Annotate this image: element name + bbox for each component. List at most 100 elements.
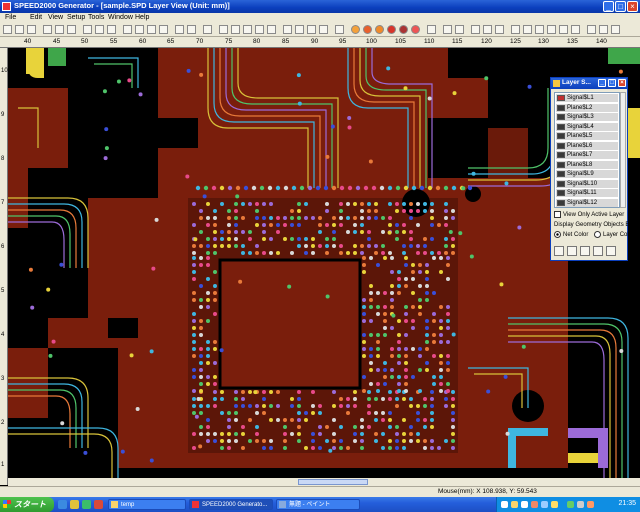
maximize-button[interactable]: □ [615,1,626,12]
layer-color-radio[interactable] [594,231,602,238]
select-icon[interactable] [135,25,144,34]
layer-color-swatch[interactable] [557,161,565,168]
layer-row[interactable]: Plane$L5 [556,132,618,141]
layer-refresh-icon[interactable] [606,246,616,256]
tray-network-icon[interactable] [567,501,574,508]
plot-icon[interactable] [455,25,464,34]
layer-edit-icon[interactable] [567,246,577,256]
layer-row[interactable]: Signal$L11 [556,189,618,198]
ime-kana-icon[interactable] [521,501,528,508]
quicklaunch-app-icon[interactable] [94,500,103,509]
layer-color-swatch[interactable] [557,180,565,187]
quicklaunch-ie-icon[interactable] [58,500,67,509]
layer-add-icon[interactable] [554,246,564,256]
tool-a-icon[interactable] [471,25,480,34]
tool-d-icon[interactable] [511,25,520,34]
minimize-button[interactable]: _ [603,1,614,12]
pan-icon[interactable] [123,25,132,34]
layer-row[interactable]: Plane$L2 [556,103,618,113]
resistor-icon[interactable] [307,25,316,34]
layer-row[interactable]: Plane$L6 [556,141,618,151]
shape-filter-icon[interactable] [363,25,372,34]
layer-color-swatch[interactable] [557,199,565,206]
help-icon[interactable] [551,501,558,508]
menu-help[interactable]: Help [135,14,149,21]
ground-icon[interactable] [255,25,264,34]
tray-app-icon[interactable] [587,501,594,508]
menu-view[interactable]: View [48,14,63,21]
layer-color-swatch[interactable] [557,95,565,101]
menu-window[interactable]: Window [108,14,133,21]
check-icon[interactable] [427,25,436,34]
stop-icon[interactable] [335,25,344,34]
layer-row[interactable]: Signal$L10 [556,179,618,189]
layer-color-swatch[interactable] [557,190,565,196]
layer-color-swatch[interactable] [557,114,565,120]
ime-tool-icon[interactable] [531,501,538,508]
layer-icon[interactable] [187,25,196,34]
horizontal-scrollbar[interactable] [8,478,640,486]
line-icon[interactable] [219,25,228,34]
layer-color-swatch[interactable] [557,142,565,149]
zoom-fit-icon[interactable] [107,25,116,34]
scroll-thumb[interactable] [298,479,368,485]
menu-edit[interactable]: Edit [30,14,42,21]
tool-c-icon[interactable] [495,25,504,34]
layer-row[interactable]: Plane$L8 [556,160,618,170]
grid-icon[interactable] [159,25,168,34]
ime-mode-icon[interactable] [511,501,518,508]
port-icon[interactable] [267,25,276,34]
via-highlight-icon[interactable] [387,25,396,34]
pointer-icon[interactable] [203,25,212,34]
layer-list[interactable]: Signal$L1 Plane$L2 Signal$L3 Signal$L4 Plane… [554,92,620,208]
pad-highlight-icon[interactable] [399,25,408,34]
layer-color-swatch[interactable] [557,104,565,111]
view-only-active-checkbox[interactable]: View Only Active Layer [554,211,624,218]
layer-color-swatch[interactable] [557,123,565,130]
panel-minimize-button[interactable]: _ [598,79,606,87]
panel-restore-button[interactable]: □ [608,79,616,87]
zoom-out-icon[interactable] [95,25,104,34]
tray-volume-icon[interactable] [577,501,584,508]
layer-color-swatch[interactable] [557,171,565,177]
quicklaunch-media-icon[interactable] [82,500,91,509]
layer-panel[interactable]: Layer S... _ □ × Signal$L1 Plane$L2 Signal… [550,77,634,261]
layer-panel-titlebar[interactable]: Layer S... _ □ × [551,78,627,89]
app-icon[interactable] [2,2,11,11]
checkbox-box[interactable] [554,211,561,218]
panel-close-button[interactable]: × [618,79,626,87]
layer-row[interactable]: Signal$L12 [556,198,618,207]
probe-icon[interactable] [283,25,292,34]
taskbar-item-paint[interactable]: 無題 - ペイント [276,499,360,510]
layer-color-swatch[interactable] [557,133,565,139]
layer-move-icon[interactable] [580,246,590,256]
layer-row[interactable]: Signal$L4 [556,122,618,132]
layer-property-icon[interactable] [593,246,603,256]
tool-h-icon[interactable] [559,25,568,34]
menu-file[interactable]: File [5,14,16,21]
tool-g-icon[interactable] [547,25,556,34]
start-button[interactable]: スタート [0,497,54,512]
tool-b-icon[interactable] [483,25,492,34]
layer-row[interactable]: Signal$L3 [556,113,618,122]
redraw-icon[interactable] [175,25,184,34]
copy-icon[interactable] [55,25,64,34]
node-icon[interactable] [411,25,420,34]
cut-icon[interactable] [43,25,52,34]
tool-l-icon[interactable] [611,25,620,34]
layer-list-scrollbar[interactable] [620,92,626,208]
quicklaunch-folder-icon[interactable] [70,500,79,509]
layer-color-swatch[interactable] [557,152,565,158]
pcb-layout[interactable] [8,48,640,478]
tool-e-icon[interactable] [523,25,532,34]
layer-row[interactable]: Signal$L9 [556,170,618,179]
tool-f-icon[interactable] [535,25,544,34]
tool-k-icon[interactable] [599,25,608,34]
new-icon[interactable] [3,25,12,34]
layer-view-canvas[interactable] [8,48,640,485]
trace-icon[interactable] [231,25,240,34]
run-icon[interactable] [443,25,452,34]
tool-i-icon[interactable] [571,25,580,34]
net-filter-icon[interactable] [351,25,360,34]
menu-tools[interactable]: Tools [88,14,104,21]
